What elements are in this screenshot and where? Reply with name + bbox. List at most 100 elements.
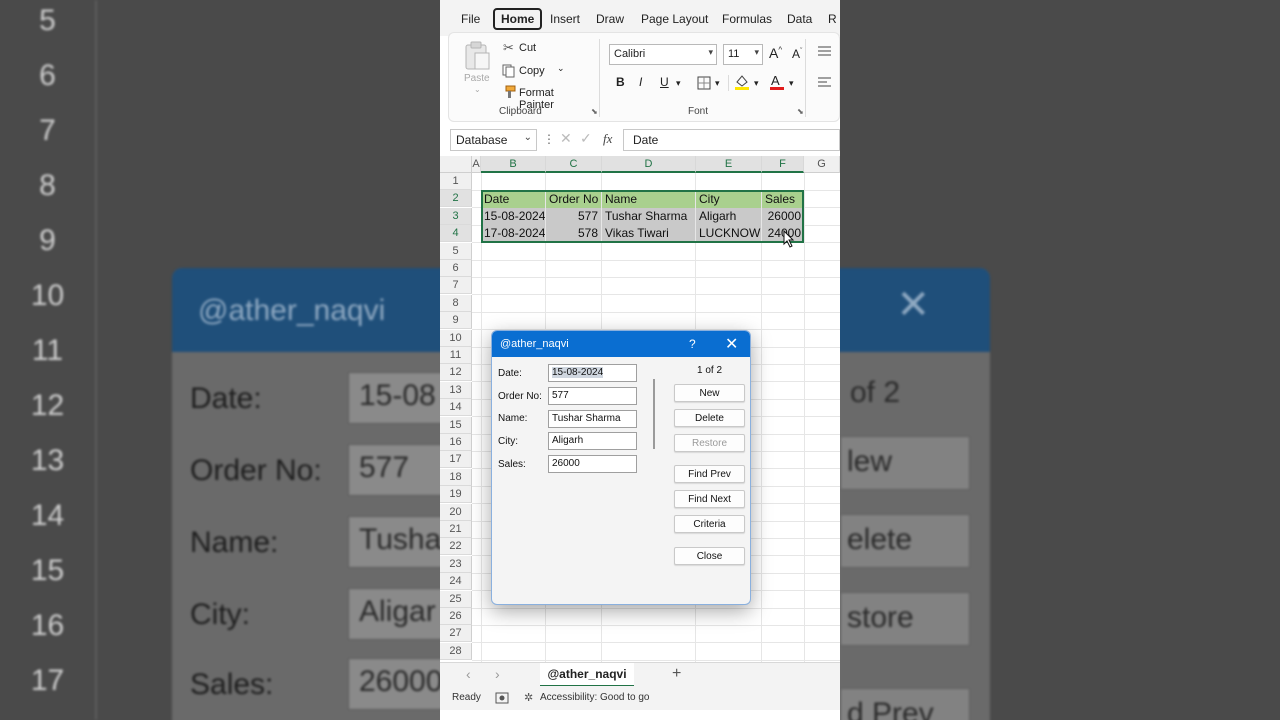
align-left-icon[interactable] [817,76,833,90]
sheet-next-button[interactable]: › [495,666,500,682]
decrease-font-size-button[interactable]: Aˇ [792,47,802,61]
date-field[interactable]: 15-08-2024 [548,364,637,382]
row-header[interactable]: 26 [440,608,472,625]
tab-more[interactable]: R [823,8,840,30]
chevron-down-icon[interactable]: ▾ [754,78,759,89]
increase-font-size-button[interactable]: A^ [769,45,782,61]
row-header[interactable]: 22 [440,538,472,556]
align-top-icon[interactable] [817,45,833,59]
record-scrollbar[interactable] [653,379,655,449]
cell-d3[interactable]: Tushar Sharma [602,208,695,225]
row-header[interactable]: 18 [440,468,472,486]
select-all-corner[interactable] [440,156,472,173]
cell-c3[interactable]: 577 [546,208,601,225]
close-button[interactable]: Close [674,547,745,565]
cancel-icon[interactable]: ✕ [560,130,572,147]
macro-record-icon[interactable] [495,692,509,704]
cell-d2[interactable]: Name [602,191,695,208]
sheet-tab-active[interactable]: @ather_naqvi [540,663,634,687]
add-sheet-button[interactable]: + [672,665,681,683]
find-prev-button[interactable]: Find Prev [674,465,745,483]
close-icon[interactable]: ✕ [725,334,738,354]
row-header[interactable]: 23 [440,555,472,573]
accessibility-status[interactable]: Accessibility: Good to go [540,692,650,703]
cut-button[interactable]: ✂ Cut [501,40,561,58]
name-field[interactable]: Tushar Sharma [548,410,637,428]
font-size-select[interactable]: 11 ▾ [723,44,763,65]
row-header[interactable]: 9 [440,312,472,330]
chevron-down-icon[interactable]: ▾ [789,78,794,89]
tab-data[interactable]: Data [782,8,817,30]
row-header[interactable]: 20 [440,503,472,521]
cell-e3[interactable]: Aligarh [696,208,761,225]
find-next-button[interactable]: Find Next [674,490,745,508]
row-header[interactable]: 24 [440,573,472,591]
bold-button[interactable]: B [616,75,625,89]
criteria-button[interactable]: Criteria [674,515,745,533]
column-header-g[interactable]: G [804,156,840,173]
order-no-field[interactable]: 577 [548,387,637,405]
row-header[interactable]: 16 [440,434,472,451]
borders-icon[interactable] [697,76,711,90]
row-header[interactable]: 14 [440,399,472,417]
row-header[interactable]: 11 [440,347,472,364]
column-header-b[interactable]: B [481,156,546,173]
fill-color-icon[interactable] [734,73,750,91]
row-header[interactable]: 21 [440,521,472,538]
italic-button[interactable]: I [639,75,642,89]
tab-home[interactable]: Home [493,8,543,30]
tab-draw[interactable]: Draw [591,8,629,30]
format-painter-button[interactable]: Format Painter [501,84,591,111]
column-header-c[interactable]: C [546,156,602,173]
cell-c4[interactable]: 578 [546,225,601,242]
row-header[interactable]: 10 [440,329,472,347]
help-icon[interactable]: ? [689,337,696,351]
column-header-a[interactable]: A [472,156,481,173]
cell-b3[interactable]: 15-08-2024 [481,208,545,225]
sales-field[interactable]: 26000 [548,455,637,473]
more-options-icon[interactable]: ⋮ [543,132,555,146]
row-header[interactable]: 27 [440,625,472,643]
row-header[interactable]: 3 [440,207,472,225]
row-header[interactable]: 6 [440,260,472,277]
tab-formulas[interactable]: Formulas [717,8,777,30]
cell-d4[interactable]: Vikas Tiwari [602,225,695,242]
column-header-e[interactable]: E [696,156,762,173]
font-name-select[interactable]: Calibri ▾ [609,44,717,65]
name-box[interactable]: Database ⌄ [450,129,537,151]
column-header-d[interactable]: D [602,156,696,173]
row-header[interactable]: 4 [440,225,472,243]
tab-file[interactable]: File [456,8,485,30]
column-header-f[interactable]: F [762,156,804,173]
copy-button[interactable]: Copy ⌄ [501,62,571,80]
cell-b2[interactable]: Date [481,191,545,208]
cell-e2[interactable]: City [696,191,761,208]
row-header[interactable]: 1 [440,173,472,190]
row-header[interactable]: 19 [440,486,472,504]
sheet-prev-button[interactable]: ‹ [466,666,471,682]
font-color-button[interactable]: A [769,73,785,91]
underline-button[interactable]: U [660,75,669,89]
cell-f2[interactable]: Sales [762,191,804,208]
insert-function-button[interactable]: fx [603,131,612,147]
new-button[interactable]: New [674,384,745,402]
cell-b4[interactable]: 17-08-2024 [481,225,545,242]
row-header[interactable]: 13 [440,381,472,399]
row-header[interactable]: 28 [440,642,472,660]
paste-button[interactable]: Paste ⌄ [459,39,495,97]
tab-insert[interactable]: Insert [545,8,585,30]
chevron-down-icon[interactable]: ▾ [676,78,681,89]
row-header[interactable]: 8 [440,294,472,312]
row-header[interactable]: 7 [440,277,472,295]
chevron-down-icon[interactable]: ▾ [715,78,720,89]
delete-button[interactable]: Delete [674,409,745,427]
row-header[interactable]: 5 [440,242,472,260]
dialog-launcher-icon[interactable]: ⬊ [797,107,804,116]
row-header[interactable]: 12 [440,364,472,382]
row-header[interactable]: 17 [440,451,472,469]
cell-f3[interactable]: 26000 [762,208,804,225]
row-header[interactable]: 2 [440,190,472,208]
city-field[interactable]: Aligarh [548,432,637,450]
cell-c2[interactable]: Order No [546,191,601,208]
tab-page-layout[interactable]: Page Layout [636,8,713,30]
